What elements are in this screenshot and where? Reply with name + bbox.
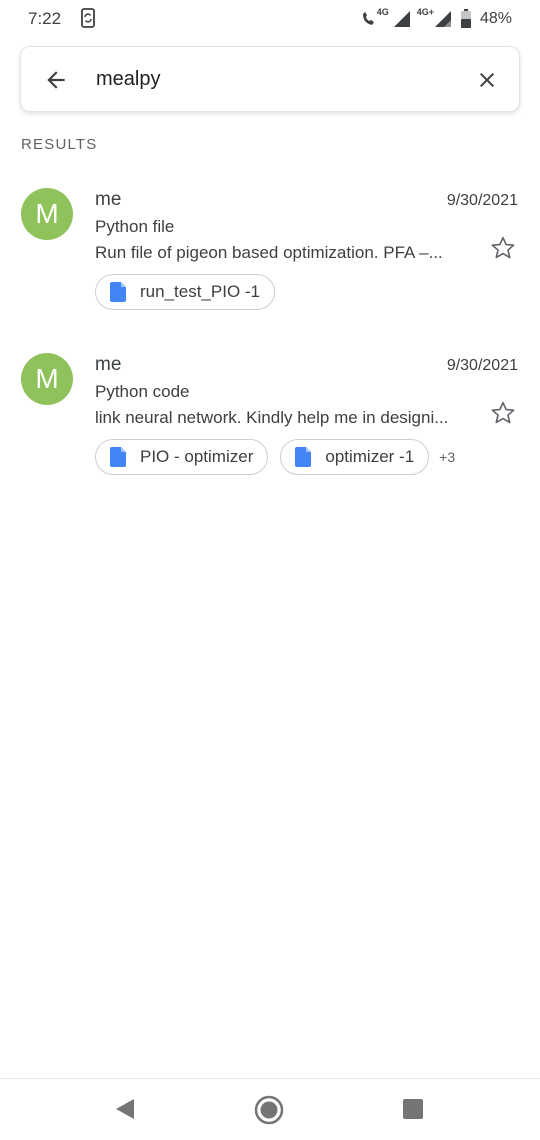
signal-icon (393, 11, 410, 27)
document-icon (110, 282, 126, 302)
battery-icon (460, 9, 471, 28)
network-label-a: 4G (376, 7, 389, 17)
document-icon (110, 447, 126, 467)
attachment-chip[interactable]: optimizer -1 (280, 439, 430, 475)
result-item[interactable]: M me 9/30/2021 Python file Run file of p… (0, 188, 540, 338)
message-date: 9/30/2021 (446, 357, 518, 374)
nav-home-icon[interactable] (254, 1095, 284, 1125)
star-icon[interactable] (490, 235, 516, 261)
result-item[interactable]: M me 9/30/2021 Python code link neural n… (0, 353, 540, 503)
avatar: M (21, 188, 73, 240)
snippet: Run file of pigeon based optimization. P… (95, 243, 443, 262)
subject: Python code (95, 382, 190, 401)
system-navigation-bar (0, 1078, 540, 1140)
close-icon[interactable] (475, 68, 499, 92)
attachment-name: PIO - optimizer (140, 447, 254, 466)
status-indicators: 4G 4G+ 48% (361, 6, 512, 32)
signal-icon-2 (434, 11, 451, 27)
attachment-name: run_test_PIO -1 (140, 282, 261, 301)
attachment-chip[interactable]: run_test_PIO -1 (95, 274, 276, 310)
battery-percent: 48% (479, 10, 512, 27)
more-attachments-count: +3 (439, 449, 456, 465)
sender-name: me (95, 189, 122, 210)
status-bar: 7:22 4G 4G+ 48% (0, 0, 540, 38)
attachment-chips: PIO - optimizer optimizer -1 +3 (95, 439, 455, 475)
call-wifi-icon (362, 12, 374, 25)
search-input[interactable]: mealpy (96, 68, 160, 91)
star-icon[interactable] (490, 400, 516, 426)
nav-back-icon[interactable] (114, 1097, 136, 1121)
avatar: M (21, 353, 73, 405)
document-icon (295, 447, 312, 467)
attachment-chips: run_test_PIO -1 (95, 274, 287, 310)
nav-recents-icon[interactable] (402, 1098, 424, 1120)
results-heading: RESULTS (21, 136, 98, 153)
message-date: 9/30/2021 (446, 192, 518, 209)
sender-name: me (95, 354, 122, 375)
subject: Python file (95, 217, 175, 236)
search-bar: mealpy (20, 46, 520, 112)
sync-phone-icon (81, 8, 95, 28)
attachment-chip[interactable]: PIO - optimizer (95, 439, 269, 475)
status-time: 7:22 (28, 9, 62, 28)
snippet: link neural network. Kindly help me in d… (95, 408, 449, 427)
back-arrow-icon[interactable] (43, 67, 69, 93)
network-label-b: 4G+ (416, 7, 434, 17)
attachment-name: optimizer -1 (325, 447, 415, 466)
